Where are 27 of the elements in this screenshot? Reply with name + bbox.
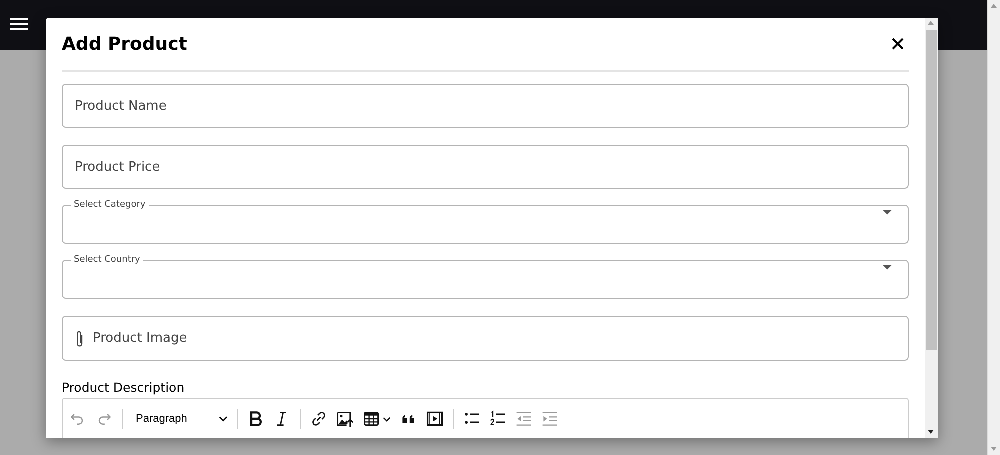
dropdown-caret-icon [883,265,892,270]
image-upload-icon [336,410,354,428]
select-field[interactable]: Select Category [62,200,909,244]
scroll-down-icon[interactable] [928,430,934,434]
indent-icon [541,410,559,428]
numbered-list-icon [489,410,507,428]
heading-dropdown[interactable]: Paragraph [130,409,230,429]
input-field[interactable]: Product Name [62,84,909,128]
dropdown-caret-icon [883,210,892,215]
dialog-scrollbar[interactable] [925,18,938,438]
media-button[interactable] [424,409,446,429]
menu-icon[interactable] [10,17,28,31]
media-icon [426,410,444,428]
close-icon [890,36,906,52]
outdent-icon [515,410,533,428]
file-input[interactable]: Product Image [62,316,909,361]
field-label: Product Description [62,380,185,395]
dialog-title: Add Product [62,34,188,54]
link-icon [310,410,328,428]
input-field[interactable]: Product Price [62,145,909,189]
image-upload-button[interactable] [334,409,356,429]
table-icon [363,410,381,428]
chevron-down-icon [383,416,391,422]
paperclip-icon [75,330,85,348]
close-button[interactable] [890,36,906,52]
chevron-down-icon [219,416,228,422]
select-field[interactable]: Select Country [62,255,909,299]
